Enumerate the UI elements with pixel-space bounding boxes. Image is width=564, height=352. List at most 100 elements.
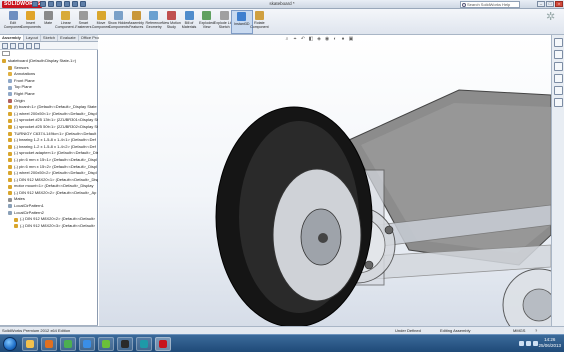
ie-icon <box>83 340 91 348</box>
tree-item-label: (-) sprocket #25 13t<1> (2ZUBR301<Displa… <box>14 117 98 123</box>
arduino-app[interactable] <box>136 337 152 351</box>
tree-item-label: Right Plane <box>14 90 35 96</box>
status-mode: Editing Assembly <box>440 328 471 333</box>
tree-item[interactable]: Front Plane <box>0 78 98 85</box>
minimize-button[interactable]: – <box>537 1 545 7</box>
tray-volume-icon[interactable] <box>533 341 538 346</box>
tree-item[interactable]: (-) DIN 912 M8X20<2> (Default<<Default> <box>0 216 98 223</box>
tree-item[interactable]: (-) sprocket #25 13t<1> (2ZUBR301<Displa… <box>0 117 98 124</box>
tree-item[interactable]: Right Plane <box>0 91 98 98</box>
assembly-model[interactable] <box>99 35 551 326</box>
tab-sketch[interactable]: Sketch <box>41 35 59 41</box>
component-icon <box>8 105 12 110</box>
component-icon <box>8 171 12 176</box>
tool-label: Rotate Component <box>250 21 269 29</box>
component-icon <box>8 138 12 143</box>
solidworks-app[interactable] <box>155 337 171 351</box>
tree-item[interactable]: (-) wheel 200x50<2> (Default<<Default>_D… <box>0 170 98 177</box>
title-bar: SOLIDWORKS skateboard * Search SolidWork… <box>0 0 564 9</box>
tool-label: Mate <box>44 21 53 25</box>
view-palette-icon[interactable] <box>553 74 563 83</box>
component-icon <box>8 125 12 130</box>
resources-icon[interactable] <box>553 38 563 47</box>
tree-item[interactable]: TURNIGY C6374-149kv<1> (Default<<Default <box>0 131 98 138</box>
component-icon <box>8 92 12 97</box>
component-icon <box>8 177 12 182</box>
help-search-input[interactable]: Search SolidWorks Help <box>460 1 520 8</box>
tab-assembly[interactable]: Assembly <box>0 35 24 41</box>
tool-icon <box>237 12 247 21</box>
tree-item[interactable]: Mates <box>0 196 98 203</box>
appearances-icon[interactable] <box>553 86 563 95</box>
tool-rotate-component-button[interactable]: Rotate Component <box>248 10 270 34</box>
bolt <box>384 225 394 235</box>
tray-network-icon[interactable] <box>526 341 531 346</box>
tree-item[interactable]: (-) pin 6 mm x 15<2> (Default<<Default>_… <box>0 164 98 171</box>
tree-item[interactable]: (-) DIN 912 M8X20<2> (Default<<Default>_… <box>0 190 98 197</box>
display-manager-icon[interactable] <box>34 43 40 49</box>
tab-evaluate[interactable]: Evaluate <box>58 35 79 41</box>
tree-item[interactable]: (f) board<1> (Default<<Default>_Display … <box>0 104 98 111</box>
design-library-icon[interactable] <box>553 50 563 59</box>
tree-item[interactable]: Top Plane <box>0 84 98 91</box>
tree-item-label: Origin <box>14 97 25 103</box>
tool-icon <box>202 11 212 20</box>
feature-tree-icon[interactable] <box>2 43 8 49</box>
start-button[interactable] <box>3 337 17 351</box>
dimxpert-icon[interactable] <box>26 43 32 49</box>
tree-item[interactable]: Origin <box>0 98 98 105</box>
command-manager: ✲ Edit Component Insert Components Mate Lin… <box>0 9 564 35</box>
tree-item-label: (-) DIN 912 M8X20<2> (Default<<Default> <box>20 216 96 222</box>
status-units[interactable]: MMGS <box>513 327 525 334</box>
tree-item[interactable]: (-) sprocket adapter<1> (Default<<Defaul… <box>0 150 98 157</box>
tree-item[interactable]: Annotations <box>0 71 98 78</box>
clock[interactable]: 14:26 25/06/2013 <box>538 337 561 349</box>
help-icon[interactable]: ? <box>535 327 537 334</box>
tree-item-label: (-) sprocket #25 50t<1> (2ZUBR302<Displa… <box>14 123 98 129</box>
configuration-icon[interactable] <box>18 43 24 49</box>
close-button[interactable]: × <box>555 1 563 7</box>
tab-layout[interactable]: Layout <box>24 35 41 41</box>
chrome-app[interactable] <box>60 337 76 351</box>
steam-app[interactable] <box>117 337 133 351</box>
tree-item[interactable]: (-) bearing 1-2 x 1-5-8 x 1-4<1> (Defaul… <box>0 137 98 144</box>
tree-item[interactable]: (-) bearing 1-2 x 1-5-8 x 1-4<2> (Defaul… <box>0 144 98 151</box>
tool-label: Bill of Materials <box>181 21 197 29</box>
tool-icon <box>184 11 194 20</box>
media-player-app[interactable] <box>41 337 57 351</box>
tree-item[interactable]: motor mount<1> (Default<<Default>_Displa… <box>0 183 98 190</box>
explorer-icon <box>26 340 34 348</box>
tree-item-label: (-) wheel 200x50<2> (Default<<Default>_D… <box>14 170 97 176</box>
tree-item[interactable]: Sensors <box>0 65 98 72</box>
component-icon <box>8 197 12 202</box>
tree-item-label: Mates <box>14 196 25 202</box>
tree-item[interactable]: (-) DIN 912 M8X20<3> (Default<<Default> <box>0 223 98 230</box>
tree-item[interactable]: (-) sprocket #25 50t<1> (2ZUBR302<Displa… <box>0 124 98 131</box>
tree-item[interactable]: (-) DIN 912 M8X20<1> (Default<<Default>_… <box>0 177 98 184</box>
tree-item[interactable]: LocalCirPattern2 <box>0 210 98 217</box>
component-icon <box>8 164 12 169</box>
component-icon <box>8 72 12 77</box>
tray-flag-icon[interactable] <box>519 341 524 346</box>
component-icon <box>8 151 12 156</box>
maximize-button[interactable]: □ <box>546 1 554 7</box>
property-manager-icon[interactable] <box>10 43 16 49</box>
tree-item-label: skateboard (Default<Display State-1>) <box>8 58 77 63</box>
explorer-app[interactable] <box>22 337 38 351</box>
tree-item[interactable]: (-) wheel 200x50<1> (Default<<Default>_D… <box>0 111 98 118</box>
ie-app[interactable] <box>79 337 95 351</box>
tree-item[interactable]: LocalCirPattern1 <box>0 203 98 210</box>
graphics-viewport[interactable]: ⌕ ⌖ ↶ ◧ ◈ ◉ ◐ ● ▣ <box>99 35 551 326</box>
search-icon <box>462 3 466 7</box>
tree-item-label: (-) sprocket adapter<1> (Default<<Defaul… <box>14 150 98 156</box>
component-icon <box>8 112 12 117</box>
utorrent-app[interactable] <box>98 337 114 351</box>
component-icon <box>14 224 18 229</box>
bolt <box>364 260 374 270</box>
filter-icon[interactable] <box>2 51 10 56</box>
file-explorer-icon[interactable] <box>553 62 563 71</box>
tree-item[interactable]: (-) pin 6 mm x 15<1> (Default<<Default>_… <box>0 157 98 164</box>
custom-properties-icon[interactable] <box>553 98 563 107</box>
tree-item[interactable]: skateboard (Default<Display State-1>) <box>0 58 98 65</box>
component-icon <box>8 85 12 90</box>
